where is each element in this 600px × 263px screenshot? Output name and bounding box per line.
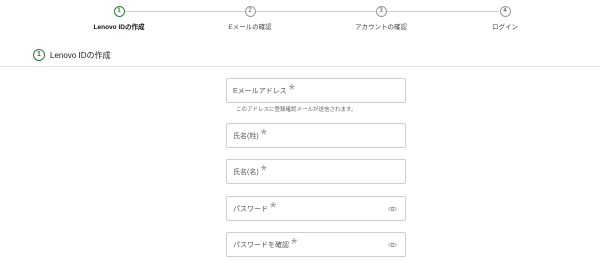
required-mark: * — [270, 199, 277, 217]
password-confirm-field[interactable]: パスワードを確認 * — [226, 232, 406, 257]
eye-icon[interactable] — [388, 206, 397, 212]
progress-stepper: 1 Lenovo IDの作成 2 Eメールの確認 3 アカウントの確認 4 ログ… — [0, 6, 600, 34]
email-placeholder: Eメールアドレス — [233, 87, 287, 95]
required-mark: * — [260, 126, 267, 144]
email-helper-text: このアドレスに登録確認メールが送信されます。 — [236, 107, 357, 113]
password-field[interactable]: パスワード * — [226, 196, 406, 221]
section-title: Lenovo IDの作成 — [50, 50, 111, 60]
required-mark: * — [288, 81, 295, 99]
step-label: Lenovo IDの作成 — [93, 24, 145, 31]
last-name-field[interactable]: 氏名(姓) * — [226, 123, 406, 148]
required-mark: * — [291, 235, 298, 253]
step-create-id: 1 Lenovo IDの作成 — [59, 6, 179, 31]
step-confirm-account: 3 アカウントの確認 — [321, 6, 441, 31]
step-confirm-email: 2 Eメールの確認 — [190, 6, 310, 31]
first-name-placeholder: 氏名(名) — [233, 168, 259, 176]
email-field[interactable]: Eメールアドレス * — [226, 78, 406, 103]
step-login: 4 ログイン — [445, 6, 565, 31]
step-label: Eメールの確認 — [228, 24, 272, 31]
password-placeholder: パスワード — [233, 205, 268, 213]
step-label: ログイン — [492, 24, 518, 31]
section-header: 1 Lenovo IDの作成 — [0, 44, 600, 67]
last-name-placeholder: 氏名(姓) — [233, 132, 259, 140]
section-number-badge: 1 — [33, 49, 45, 61]
eye-icon[interactable] — [388, 242, 397, 248]
step-number: 3 — [375, 6, 387, 17]
password-confirm-placeholder: パスワードを確認 — [233, 241, 289, 249]
step-number: 2 — [244, 6, 256, 17]
step-number: 1 — [113, 6, 125, 17]
first-name-field[interactable]: 氏名(名) * — [226, 159, 406, 184]
step-label: アカウントの確認 — [355, 24, 407, 31]
required-mark: * — [260, 162, 267, 180]
step-number: 4 — [499, 6, 511, 17]
